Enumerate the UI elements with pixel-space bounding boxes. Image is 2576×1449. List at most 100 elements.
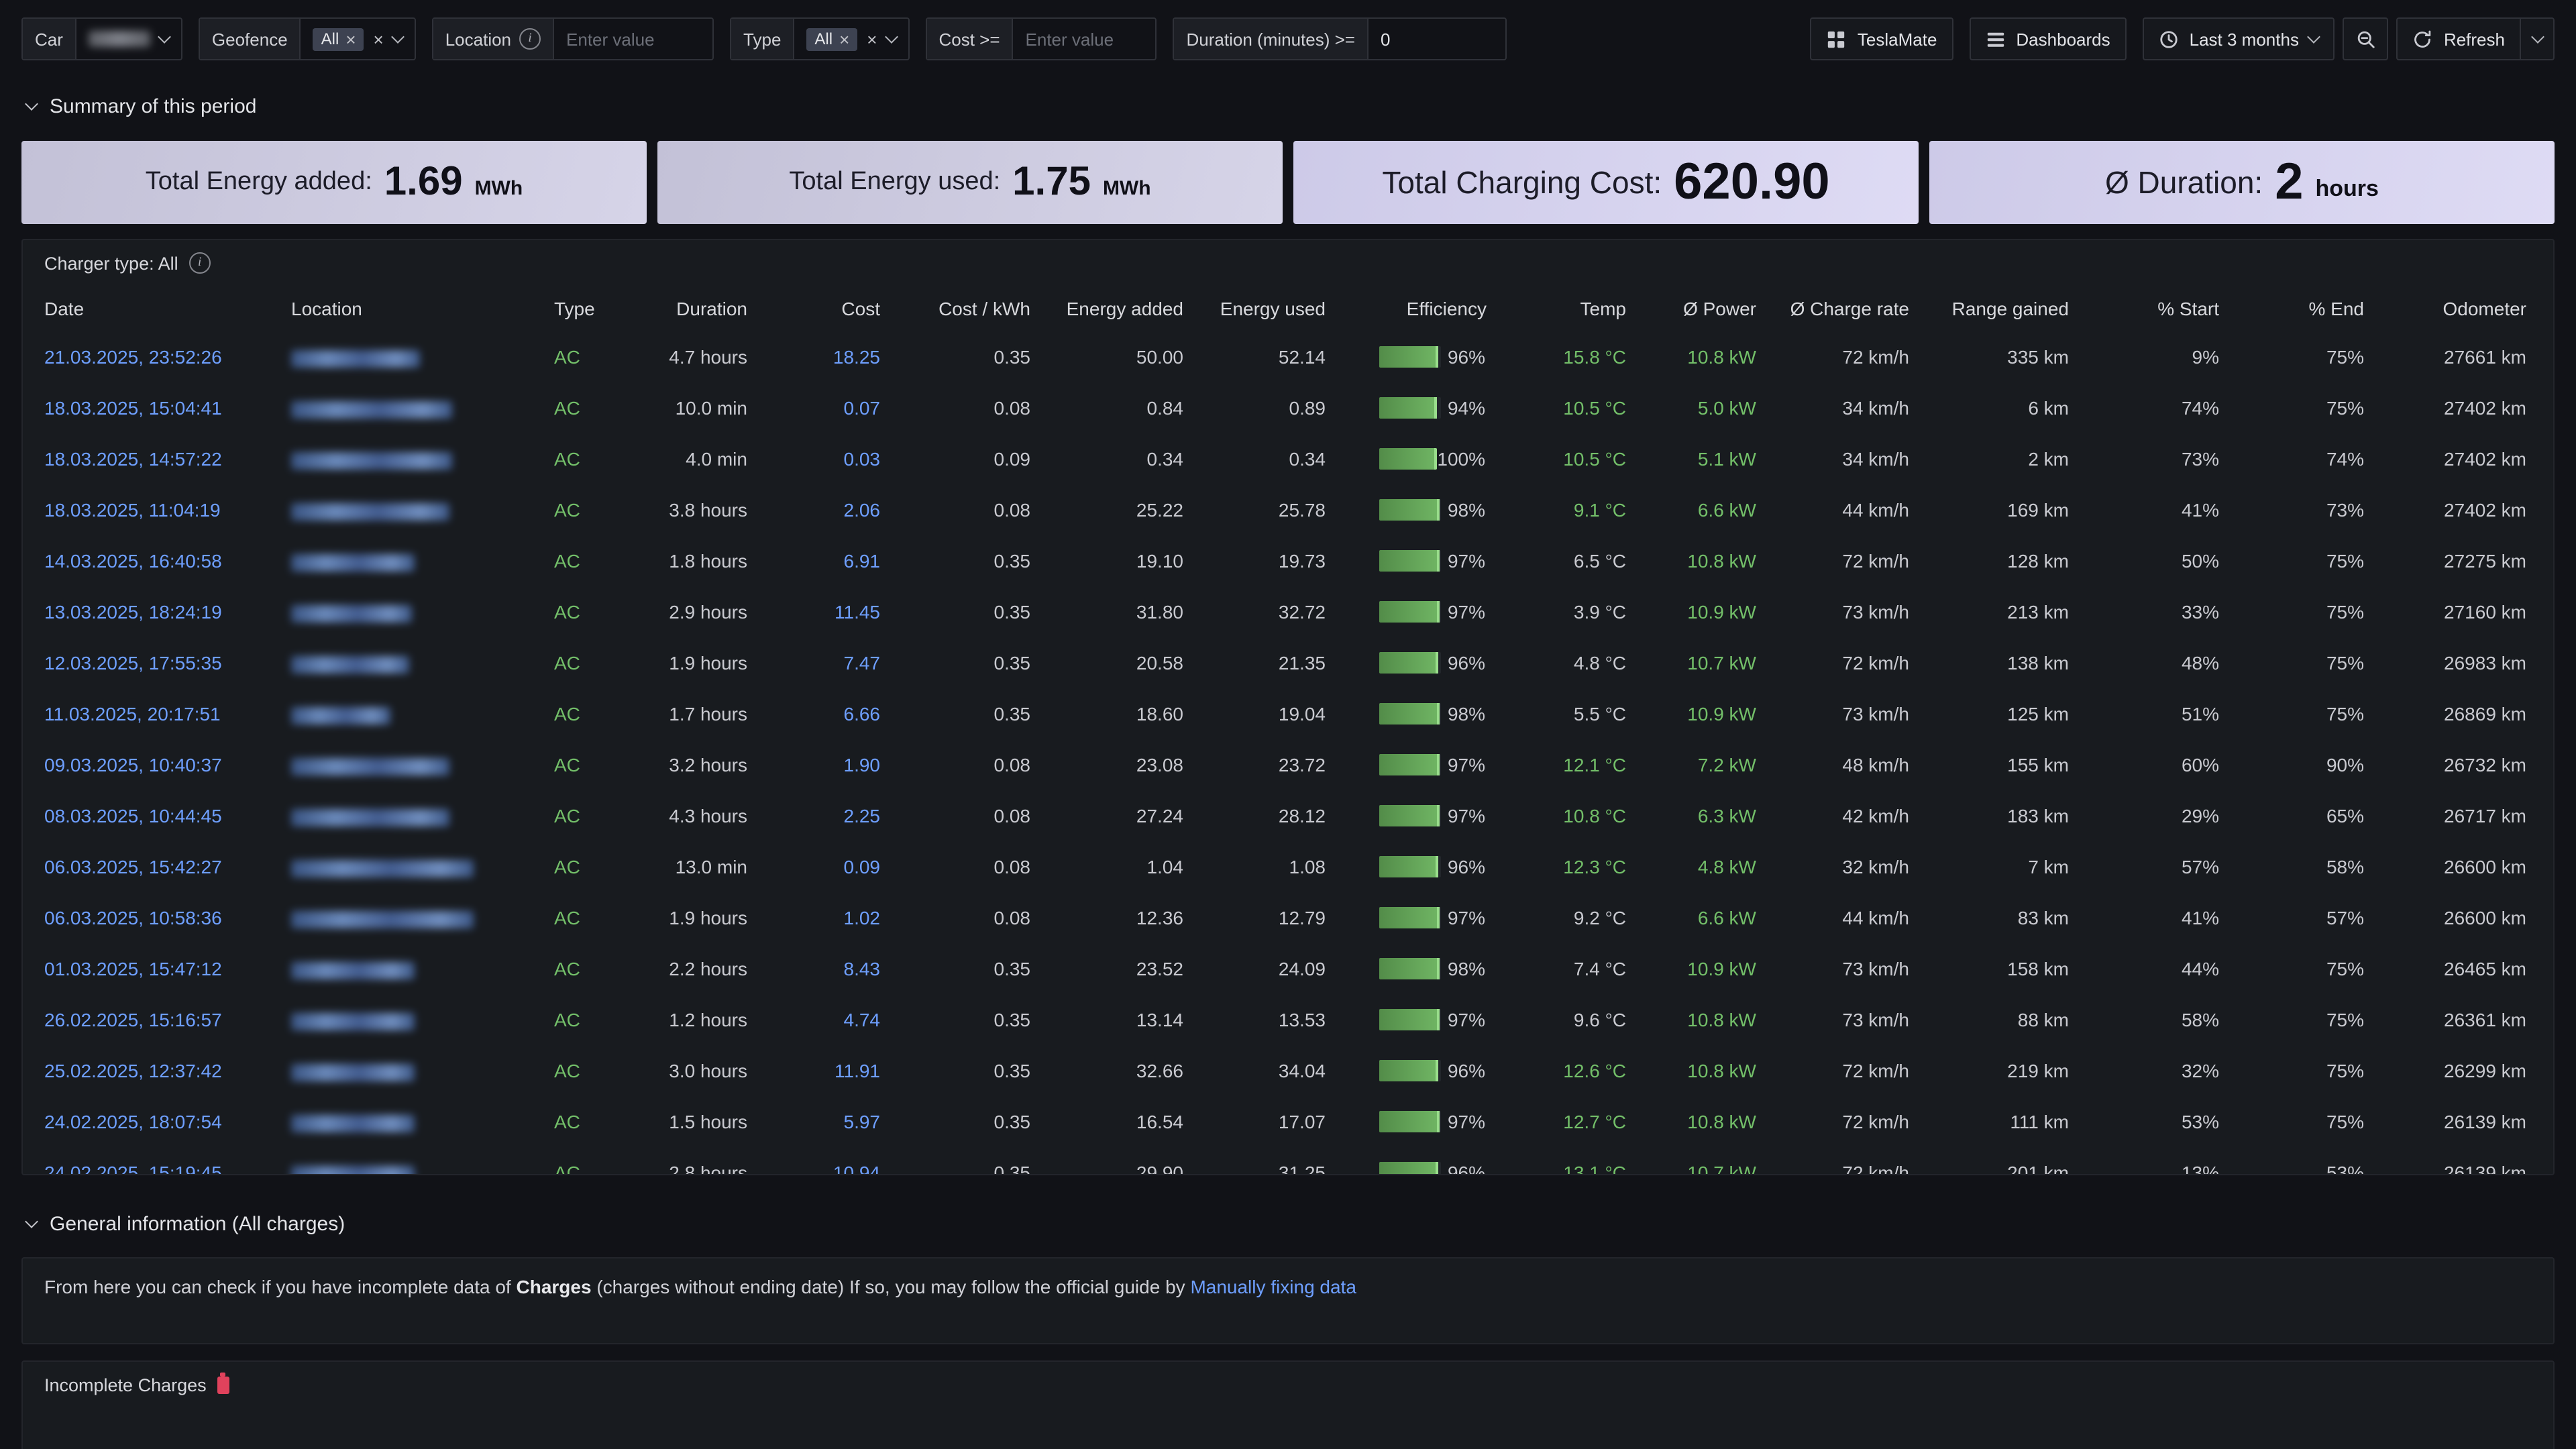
location-link-blurred[interactable]	[291, 962, 415, 979]
cost-link[interactable]: 10.94	[833, 1162, 880, 1175]
location-link-blurred[interactable]	[291, 1013, 415, 1030]
cost-link[interactable]: 5.97	[844, 1111, 881, 1132]
refresh-interval-dropdown[interactable]	[2520, 17, 2555, 60]
col-header-cost-kwh[interactable]: Cost / kWh	[896, 286, 1046, 331]
col-header-range-gained[interactable]: Range gained	[1925, 286, 2085, 331]
charge-date-link[interactable]: 11.03.2025, 20:17:51	[44, 703, 221, 724]
col-header-temp[interactable]: Temp	[1503, 286, 1642, 331]
location-link-blurred[interactable]	[291, 1064, 415, 1081]
cost-link[interactable]: 6.66	[844, 703, 881, 724]
cost-filter-input[interactable]	[1014, 19, 1156, 59]
cost-link[interactable]: 1.90	[844, 754, 881, 775]
charge-date-link[interactable]: 21.03.2025, 23:52:26	[44, 346, 222, 368]
charge-date-link[interactable]: 14.03.2025, 16:40:58	[44, 550, 222, 572]
clear-filter-icon[interactable]: ×	[867, 30, 877, 48]
manually-fixing-data-link[interactable]: Manually fixing data	[1190, 1276, 1356, 1297]
charge-date-link[interactable]: 18.03.2025, 14:57:22	[44, 448, 222, 470]
car-filter-select[interactable]	[76, 19, 181, 59]
section-general-information[interactable]: General information (All charges)	[21, 1210, 2555, 1237]
location-link-blurred[interactable]	[291, 1166, 415, 1175]
charge-date-link[interactable]: 01.03.2025, 15:47:12	[44, 958, 222, 979]
remove-value-icon[interactable]: ×	[345, 30, 356, 48]
col-header-start[interactable]: % Start	[2085, 286, 2235, 331]
location-link-blurred[interactable]	[291, 401, 452, 419]
charge-date-link[interactable]: 18.03.2025, 11:04:19	[44, 499, 221, 521]
cost-link[interactable]: 0.09	[844, 856, 881, 877]
charge-date-link[interactable]: 24.02.2025, 15:19:45	[44, 1162, 222, 1175]
charge-date-link[interactable]: 09.03.2025, 10:40:37	[44, 754, 222, 775]
start-pct-cell: 58%	[2085, 994, 2235, 1045]
info-icon[interactable]: i	[189, 252, 211, 274]
charges-table-scroll-area[interactable]: DateLocationTypeDurationCostCost / kWhEn…	[23, 286, 2553, 1175]
col-header-energy-added[interactable]: Energy added	[1046, 286, 1199, 331]
col-header-efficiency[interactable]: Efficiency	[1342, 286, 1503, 331]
charge-date-link[interactable]: 26.02.2025, 15:16:57	[44, 1009, 222, 1030]
col-header-cost[interactable]: Cost	[763, 286, 896, 331]
date-cell: 06.03.2025, 15:42:27	[36, 841, 283, 892]
location-link-blurred[interactable]	[291, 707, 390, 724]
info-icon[interactable]: i	[519, 28, 541, 50]
col-header-type[interactable]: Type	[546, 286, 629, 331]
location-link-blurred[interactable]	[291, 809, 449, 826]
col-header-duration[interactable]: Duration	[629, 286, 763, 331]
cost-link[interactable]: 4.74	[844, 1009, 881, 1030]
col-header-end[interactable]: % End	[2235, 286, 2380, 331]
col-header-odometer[interactable]: Odometer	[2380, 286, 2542, 331]
time-range-picker[interactable]: Last 3 months	[2143, 17, 2335, 60]
cost-link[interactable]: 0.03	[844, 448, 881, 470]
cost-link[interactable]: 2.06	[844, 499, 881, 521]
charge-date-link[interactable]: 06.03.2025, 10:58:36	[44, 907, 222, 928]
location-link-blurred[interactable]	[291, 860, 474, 877]
col-header-location[interactable]: Location	[283, 286, 546, 331]
cost-link[interactable]: 11.45	[835, 601, 880, 623]
location-cell	[283, 637, 546, 688]
charge-row: 06.03.2025, 10:58:36AC1.9 hours1.020.081…	[36, 892, 2542, 943]
location-link-blurred[interactable]	[291, 503, 449, 521]
location-link-blurred[interactable]	[291, 656, 409, 674]
remove-value-icon[interactable]: ×	[839, 30, 849, 48]
col-header-charge-rate[interactable]: Ø Charge rate	[1772, 286, 1925, 331]
filter-type: Type All × ×	[730, 17, 909, 60]
charge-row: 11.03.2025, 20:17:51AC1.7 hours6.660.351…	[36, 688, 2542, 739]
location-filter-input[interactable]	[554, 19, 712, 59]
charge-date-link[interactable]: 24.02.2025, 18:07:54	[44, 1111, 222, 1132]
geofence-filter-select[interactable]: All × ×	[301, 19, 415, 59]
cost-link[interactable]: 2.25	[844, 805, 881, 826]
cost-link[interactable]: 7.47	[844, 652, 881, 674]
type-selected-chip[interactable]: All ×	[806, 28, 857, 50]
location-link-blurred[interactable]	[291, 452, 452, 470]
geofence-selected-chip[interactable]: All ×	[313, 28, 364, 50]
charge-date-link[interactable]: 08.03.2025, 10:44:45	[44, 805, 222, 826]
location-link-blurred[interactable]	[291, 758, 449, 775]
section-summary-of-period[interactable]: Summary of this period	[21, 93, 2555, 119]
charge-date-link[interactable]: 12.03.2025, 17:55:35	[44, 652, 222, 674]
location-link-blurred[interactable]	[291, 1115, 415, 1132]
location-link-blurred[interactable]	[291, 350, 420, 368]
dashboards-button[interactable]: Dashboards	[1969, 17, 2126, 60]
charge-date-link[interactable]: 18.03.2025, 15:04:41	[44, 397, 222, 419]
location-link-blurred[interactable]	[291, 911, 474, 928]
charge-date-link[interactable]: 25.02.2025, 12:37:42	[44, 1060, 222, 1081]
clear-filter-icon[interactable]: ×	[374, 30, 384, 48]
charge-date-link[interactable]: 06.03.2025, 15:42:27	[44, 856, 222, 877]
col-header-power[interactable]: Ø Power	[1642, 286, 1772, 331]
col-header-energy-used[interactable]: Energy used	[1199, 286, 1342, 331]
cost-link[interactable]: 0.07	[844, 397, 881, 419]
location-link-blurred[interactable]	[291, 605, 412, 623]
charge-date-link[interactable]: 13.03.2025, 18:24:19	[44, 601, 222, 623]
cost-link[interactable]: 1.02	[844, 907, 881, 928]
refresh-button[interactable]: Refresh	[2397, 17, 2520, 60]
stat-total-charging-cost: Total Charging Cost: 620.90	[1293, 141, 1919, 224]
cost-link[interactable]: 8.43	[844, 958, 881, 979]
location-link-blurred[interactable]	[291, 554, 415, 572]
duration-filter-input[interactable]	[1368, 19, 1505, 59]
cost-link[interactable]: 6.91	[844, 550, 881, 572]
cost-link[interactable]: 11.91	[835, 1060, 880, 1081]
col-header-date[interactable]: Date	[36, 286, 283, 331]
duration-cell: 3.8 hours	[629, 484, 763, 535]
zoom-out-icon	[2356, 29, 2376, 49]
cost-link[interactable]: 18.25	[833, 346, 880, 368]
teslamate-button[interactable]: TeslaMate	[1811, 17, 1953, 60]
zoom-out-time-button[interactable]	[2343, 17, 2389, 60]
type-filter-select[interactable]: All × ×	[794, 19, 908, 59]
